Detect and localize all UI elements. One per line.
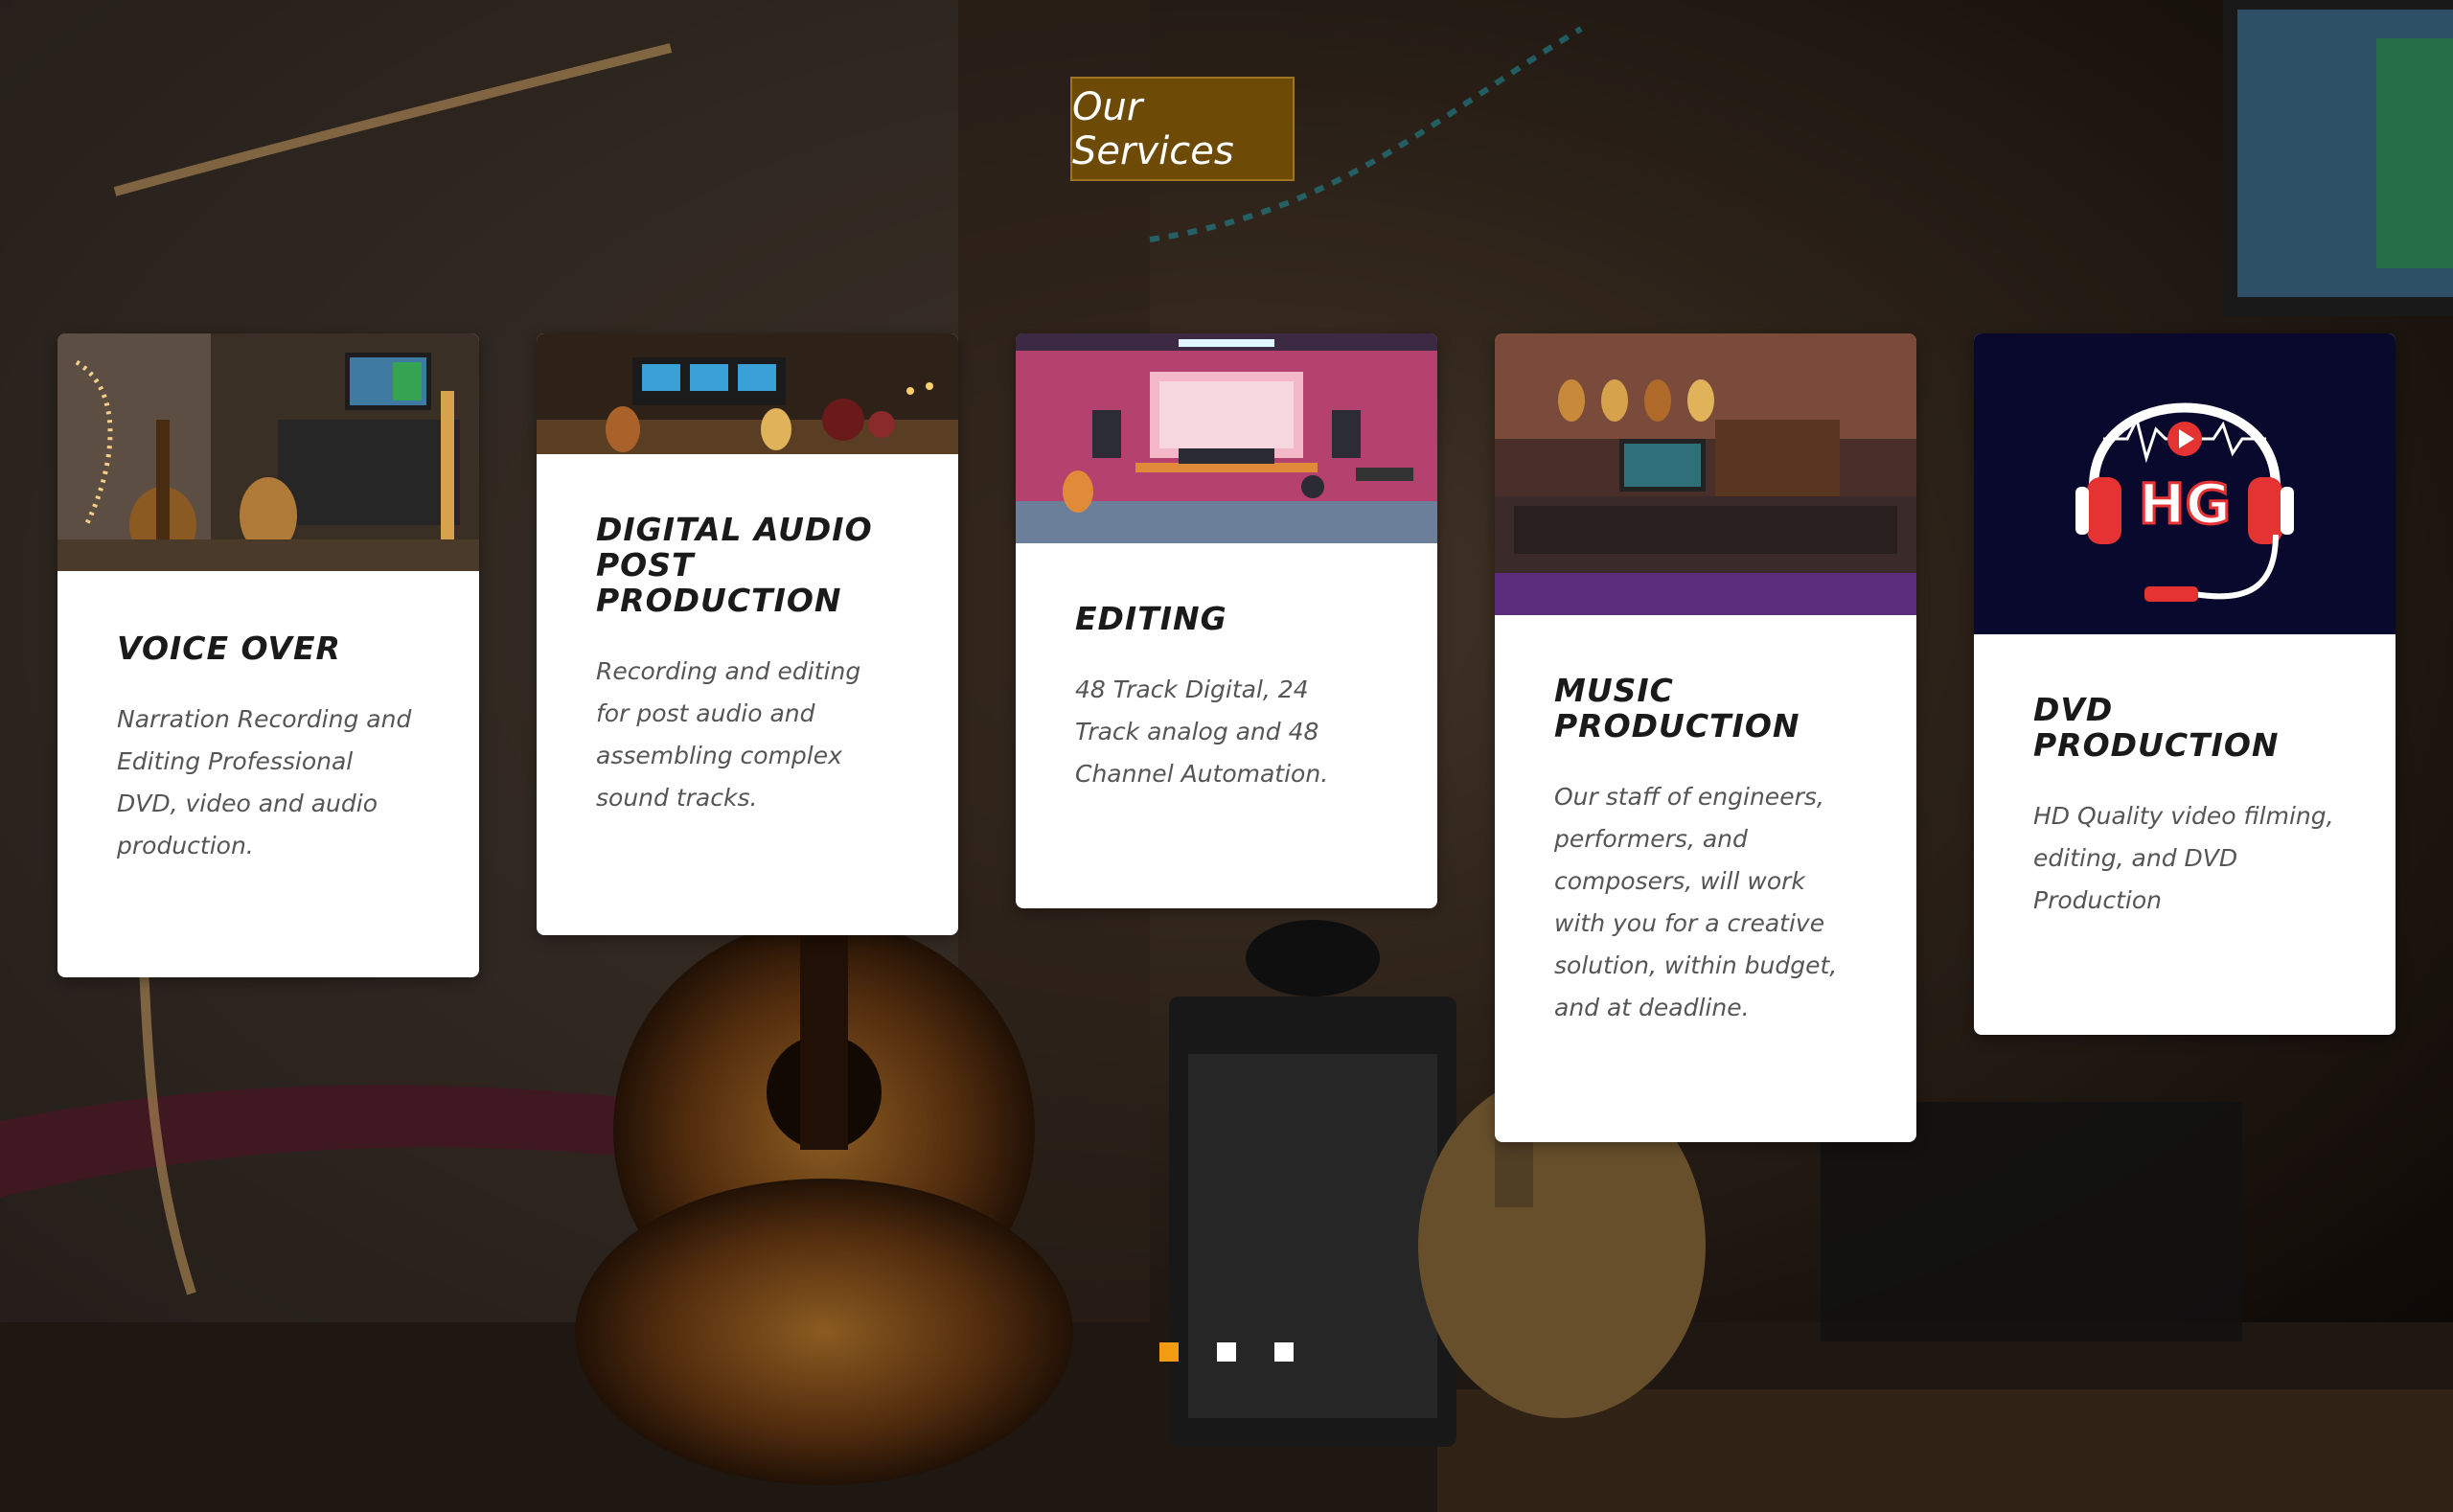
card-title: VOICE OVER [117,630,341,667]
service-card-digital-audio-post-production[interactable]: DIGITAL AUDIO POST PRODUCTION Recording … [537,333,958,935]
card-title: MUSIC PRODUCTION [1554,672,1800,745]
music-production-image [1495,333,1916,615]
card-description: Narration Recording and Editing Professi… [117,705,412,859]
card-description: Recording and editing for post audio and… [596,657,861,812]
carousel-pagination [1159,1342,1294,1362]
hg-headphones-logo: HG [1974,333,2396,634]
pagination-dot-3[interactable] [1274,1342,1294,1362]
pagination-dot-1[interactable] [1159,1342,1179,1362]
card-description: HD Quality video filming, editing, and D… [2033,802,2334,914]
service-card-editing[interactable]: EDITING 48 Track Digital, 24 Track analo… [1016,333,1437,908]
digital-audio-post-production-image [537,333,958,454]
editing-image [1016,333,1437,543]
service-card-voice-over[interactable]: VOICE OVER Narration Recording and Editi… [57,333,479,977]
card-title: EDITING [1075,600,1227,637]
hg-logo-text: HG [2139,471,2231,537]
card-title: DIGITAL AUDIO POST PRODUCTION [596,511,873,619]
voice-over-image [57,333,479,571]
card-title: DVD PRODUCTION [2033,691,2280,764]
card-description: Our staff of engineers, performers, and … [1554,783,1838,1021]
pagination-dot-2[interactable] [1217,1342,1236,1362]
our-services-heading: Our Services [1070,77,1295,181]
service-card-music-production[interactable]: MUSIC PRODUCTION Our staff of engineers,… [1495,333,1916,1142]
service-card-dvd-production[interactable]: HG DVD PRODUCTION HD Quality video filmi… [1974,333,2396,1035]
card-description: 48 Track Digital, 24 Track analog and 48… [1075,676,1329,788]
